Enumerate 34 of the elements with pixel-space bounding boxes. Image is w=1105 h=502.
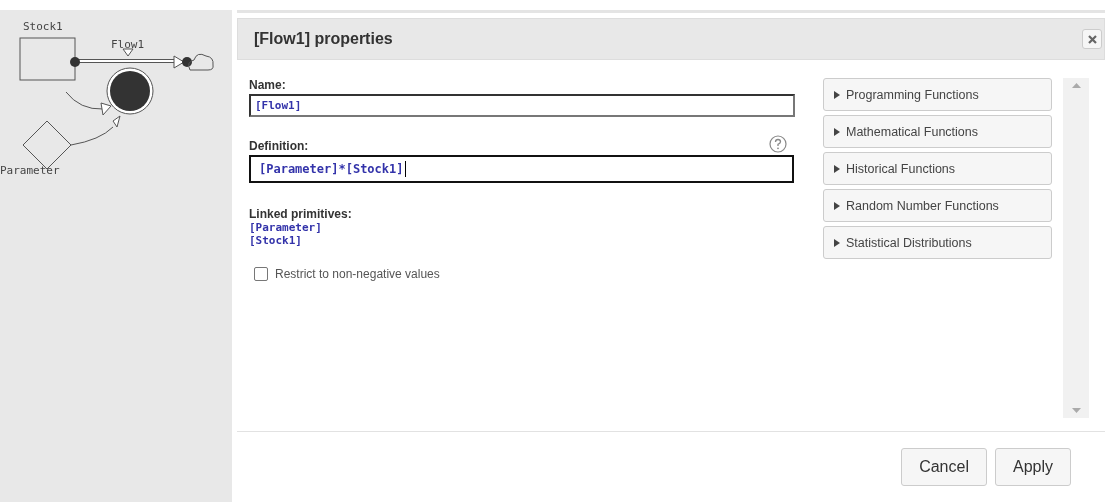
link-arrow[interactable] <box>65 91 112 116</box>
function-group-button[interactable]: Programming Functions <box>823 78 1052 111</box>
function-group-button[interactable]: Random Number Functions <box>823 189 1052 222</box>
definition-field[interactable]: [Parameter]*[Stock1] <box>249 155 794 183</box>
flow-label: Flow1 <box>111 38 145 51</box>
linked-primitive[interactable]: [Stock1] <box>249 234 795 247</box>
triangle-icon <box>834 90 840 99</box>
checkbox-label: Restrict to non-negative values <box>275 267 440 281</box>
triangle-icon <box>834 127 840 136</box>
flow-pipe[interactable] <box>70 48 185 69</box>
triangle-icon <box>834 238 840 247</box>
cloud-icon <box>182 53 214 71</box>
stock-label: Stock1 <box>23 20 63 33</box>
dialog-button[interactable]: Cancel <box>901 448 987 486</box>
function-group-button[interactable]: Mathematical Functions <box>823 115 1052 148</box>
dialog-button[interactable]: Apply <box>994 448 1071 486</box>
linked-primitives-label: Linked primitives: <box>249 207 353 221</box>
link-arrow[interactable] <box>70 115 121 146</box>
function-group-button[interactable]: Statistical Distributions <box>823 226 1052 259</box>
dialog-title: [Flow1] properties <box>254 30 393 48</box>
flow-valve[interactable] <box>106 67 154 115</box>
close-button[interactable] <box>1082 29 1102 49</box>
close-icon <box>1087 34 1097 44</box>
linked-primitive[interactable]: [Parameter] <box>249 221 795 234</box>
triangle-icon <box>834 164 840 173</box>
checkbox[interactable] <box>254 267 268 281</box>
function-group-button[interactable]: Historical Functions <box>823 152 1052 185</box>
help-icon[interactable] <box>769 135 787 153</box>
definition-label: Definition: <box>249 139 309 153</box>
name-field[interactable]: [Flow1] <box>249 94 795 117</box>
stock-shape[interactable] <box>19 37 76 81</box>
name-label: Name: <box>249 78 287 92</box>
triangle-icon <box>834 201 840 210</box>
parameter-label: Parameter <box>0 164 60 177</box>
